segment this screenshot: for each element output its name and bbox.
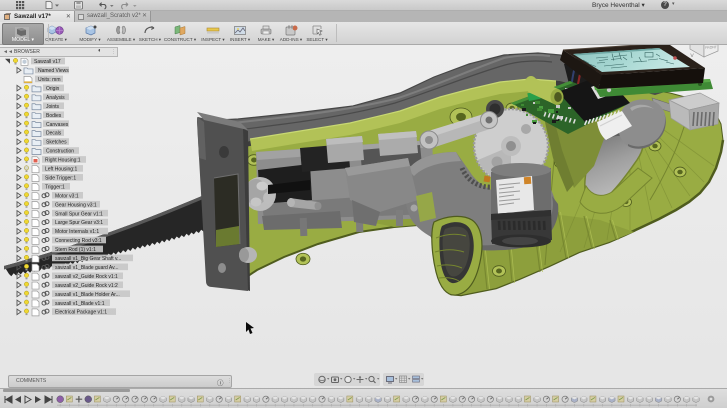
svg-text:Right Housing:1: Right Housing:1 <box>45 158 81 164</box>
svg-text:Motor v3:1: Motor v3:1 <box>55 193 79 199</box>
svg-text:Left Housing:1: Left Housing:1 <box>45 167 77 173</box>
svg-text:Motor Internals v1:1: Motor Internals v1:1 <box>55 229 99 235</box>
svg-text:Canvases: Canvases <box>46 122 69 128</box>
svg-text:sawzall v1_Big Gear Shaft v...: sawzall v1_Big Gear Shaft v... <box>55 256 121 262</box>
svg-text:Gear Housing v3:1: Gear Housing v3:1 <box>55 202 97 208</box>
svg-text:Units: mm: Units: mm <box>38 77 61 83</box>
svg-text:sawzall v1_Blade Holder Ar...: sawzall v1_Blade Holder Ar... <box>55 292 120 298</box>
svg-text:FRONT: FRONT <box>705 45 717 50</box>
svg-text:Origin: Origin <box>46 86 60 92</box>
svg-text:Small Spur Gear v1:1: Small Spur Gear v1:1 <box>55 211 103 217</box>
svg-text:Electrical Package v1:1: Electrical Package v1:1 <box>55 310 107 316</box>
svg-text:Sketches: Sketches <box>46 140 67 146</box>
svg-text:Stern Rod (1) v1:1: Stern Rod (1) v1:1 <box>55 247 96 253</box>
svg-text:Construction: Construction <box>46 149 74 155</box>
svg-text:Analysis: Analysis <box>46 95 65 101</box>
svg-text:Named Views: Named Views <box>38 68 69 74</box>
svg-text:Sawzall v17: Sawzall v17 <box>34 59 61 65</box>
svg-text:sawzall v2_Guide Rock v1:1: sawzall v2_Guide Rock v1:1 <box>55 274 118 280</box>
svg-text:Large Spur Gear v3:1: Large Spur Gear v3:1 <box>55 220 103 226</box>
svg-text:Decals: Decals <box>46 131 62 137</box>
svg-text:Side Trigger:1: Side Trigger:1 <box>45 175 76 181</box>
svg-text:Trigger:1: Trigger:1 <box>45 184 65 190</box>
svg-text:sawzall v2_Guide Rock v1:2: sawzall v2_Guide Rock v1:2 <box>55 283 118 289</box>
svg-text:sawzall v1_Blade v1:1: sawzall v1_Blade v1:1 <box>55 301 105 307</box>
svg-text:Bodies: Bodies <box>46 113 62 119</box>
svg-text:Connecting Rod v3:1: Connecting Rod v3:1 <box>55 238 102 244</box>
svg-text:sawzall v1_Blade guard Av...: sawzall v1_Blade guard Av... <box>55 265 118 271</box>
svg-text:Joints: Joints <box>46 104 60 110</box>
